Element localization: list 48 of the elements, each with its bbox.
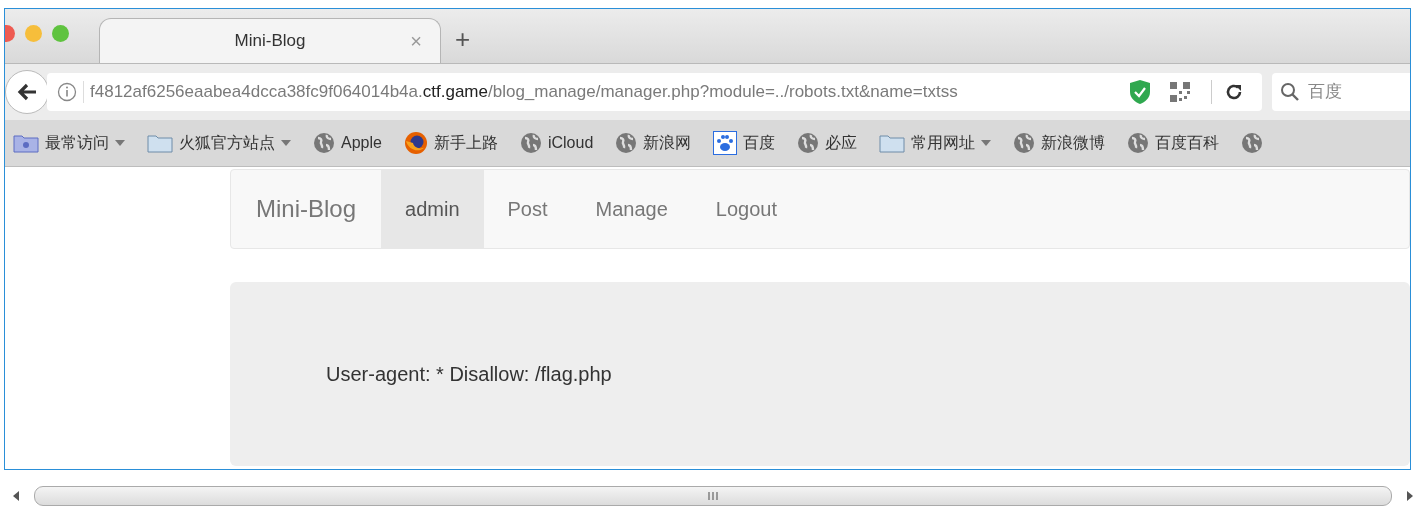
- bookmark-item[interactable]: 新浪微博: [1013, 132, 1106, 154]
- globe-icon: [615, 132, 638, 154]
- dropdown-caret-icon: [981, 140, 992, 146]
- bookmark-item[interactable]: 新手上路: [403, 131, 498, 155]
- url-text: f4812af6256eaabea4dcca38fc9f064014b4a.ctf.game/blog_manage/manager.php?module=../robots.txt&name=txtss: [90, 82, 959, 102]
- address-bar[interactable]: f4812af6256eaabea4dcca38fc9f064014b4a.ctf.game/blog_manage/manager.php?module=../robots.txt&name=txtss: [47, 73, 1262, 111]
- bookmark-item[interactable]: iCloud: [519, 132, 594, 154]
- globe-icon: [519, 132, 542, 154]
- globe-icon: [1127, 132, 1150, 154]
- back-arrow-icon: [16, 82, 38, 102]
- bookmark-item[interactable]: 常用网址: [879, 132, 992, 154]
- folder-icon: [147, 133, 173, 153]
- folder-icon: [879, 133, 906, 153]
- nav-link[interactable]: Post: [483, 170, 572, 248]
- browser-logo-icon: [403, 131, 428, 155]
- shield-icon[interactable]: [1129, 79, 1151, 105]
- info-icon[interactable]: [57, 82, 77, 102]
- bookmark-item[interactable]: 新浪网: [615, 132, 692, 154]
- back-button[interactable]: [5, 70, 49, 114]
- dropdown-caret-icon: [115, 140, 125, 146]
- reload-icon[interactable]: [1224, 82, 1244, 102]
- bookmark-item[interactable]: 百度百科: [1127, 132, 1220, 154]
- dropdown-caret-icon: [281, 140, 291, 146]
- globe-icon: [1013, 132, 1036, 154]
- bookmark-item[interactable]: [1241, 132, 1264, 154]
- new-tab-button[interactable]: +: [455, 24, 471, 55]
- bookmark-item[interactable]: 最常访问: [13, 132, 125, 154]
- maximize-window-icon[interactable]: [52, 24, 69, 42]
- bookmark-item[interactable]: Apple: [313, 132, 382, 154]
- globe-icon: [313, 132, 335, 154]
- bookmark-item[interactable]: 火狐官方站点: [147, 132, 291, 154]
- scroll-right-icon[interactable]: [1406, 491, 1414, 501]
- globe-icon: [797, 132, 820, 154]
- nav-link[interactable]: Logout: [691, 170, 801, 248]
- qr-code-icon[interactable]: [1169, 81, 1191, 103]
- nav-link[interactable]: admin: [381, 170, 484, 248]
- nav-link[interactable]: Manage: [571, 170, 692, 248]
- paw-icon: [713, 131, 738, 155]
- bookmark-item[interactable]: 必应: [797, 132, 858, 154]
- file-content-text: User-agent: * Disallow: /flag.php: [326, 362, 612, 386]
- globe-icon: [1241, 132, 1264, 154]
- scroll-left-icon[interactable]: [12, 491, 20, 501]
- browser-tab[interactable]: Mini-Blog ×: [99, 18, 441, 63]
- search-icon: [1280, 82, 1300, 102]
- search-field[interactable]: 百度: [1272, 73, 1410, 111]
- bookmark-item[interactable]: 百度: [713, 131, 776, 155]
- site-brand-link[interactable]: Mini-Blog: [231, 170, 382, 248]
- folder-icon: [13, 133, 39, 153]
